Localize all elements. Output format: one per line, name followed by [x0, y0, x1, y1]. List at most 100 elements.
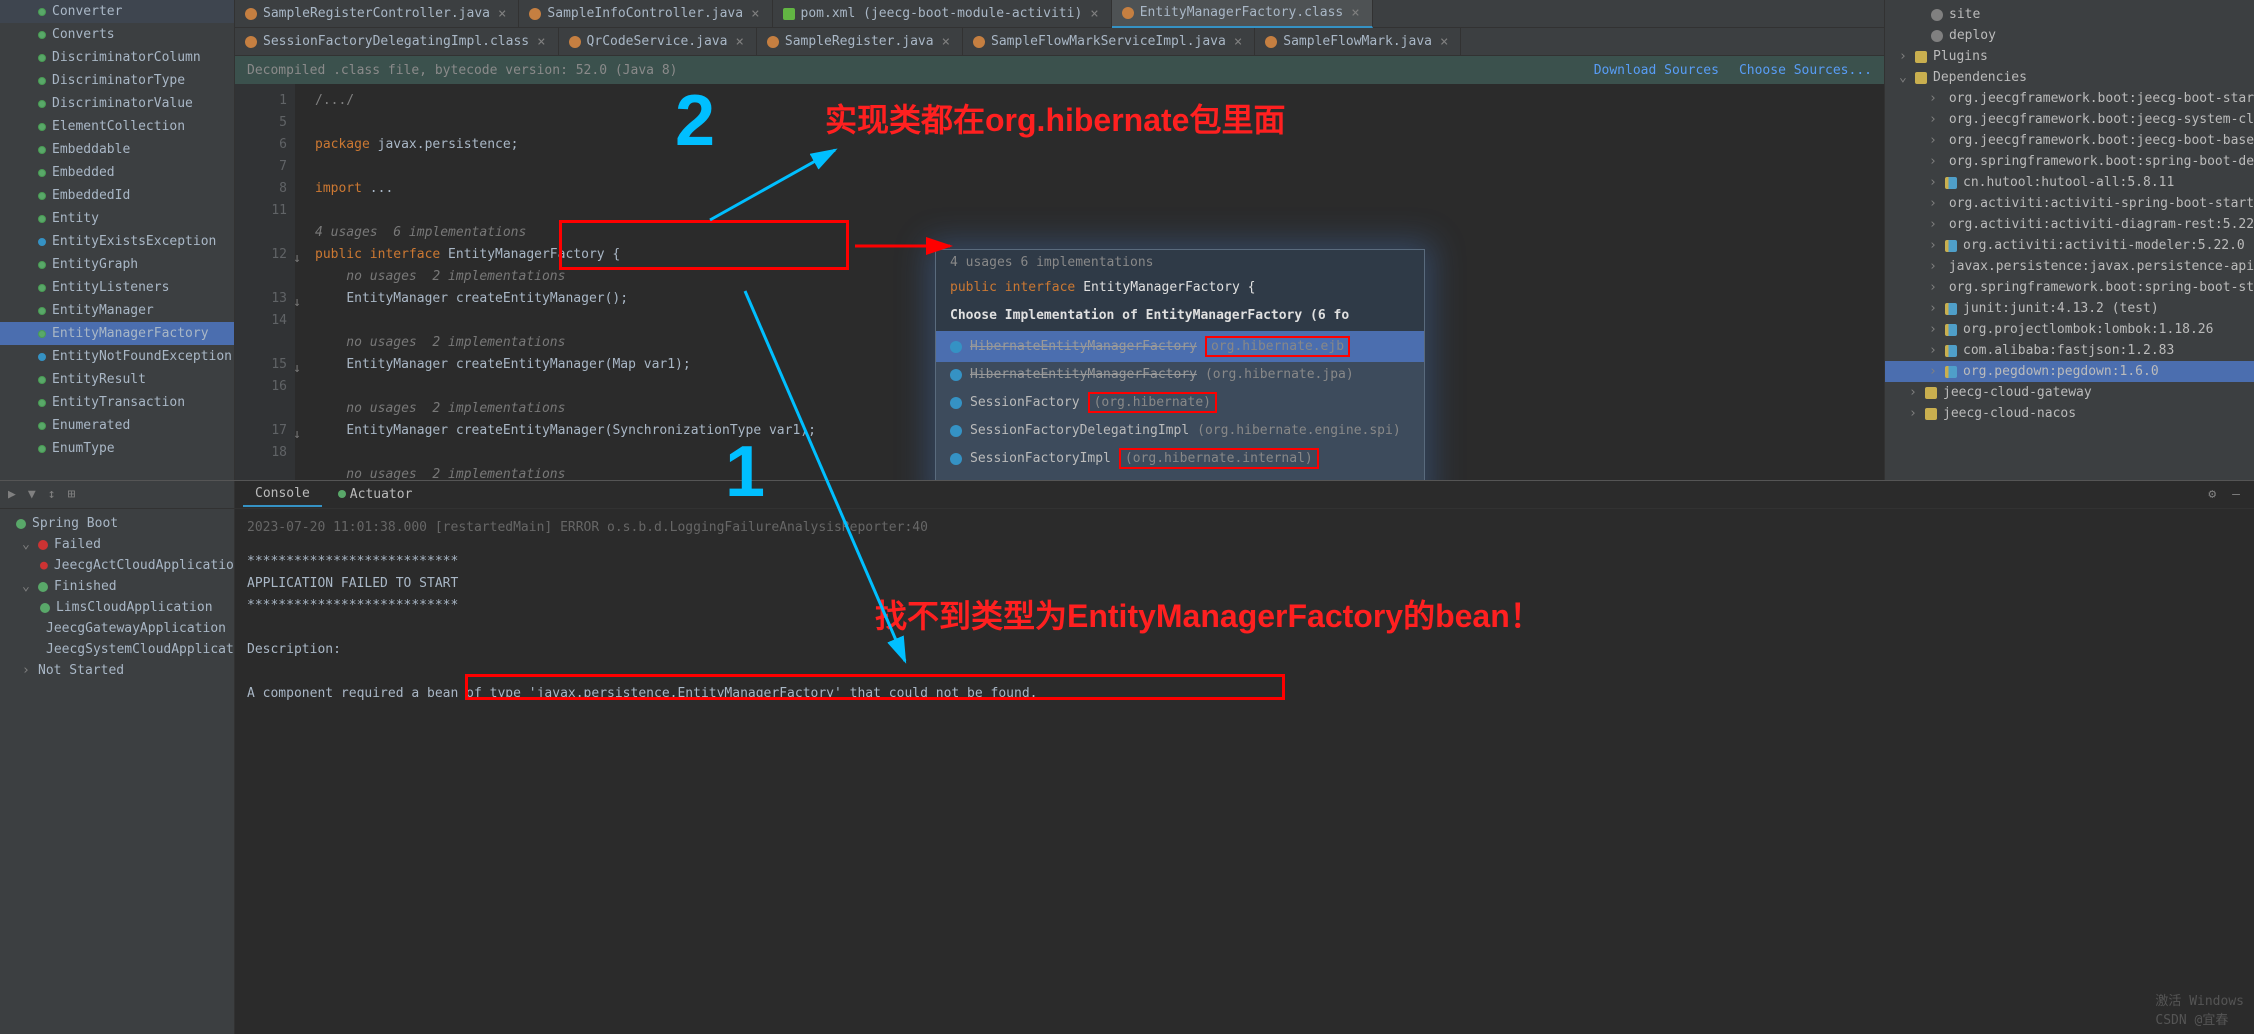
- code-line[interactable]: [315, 200, 1884, 222]
- tree-item-embedded[interactable]: Embedded: [0, 161, 234, 184]
- run-dashboard[interactable]: ▶ ▼ ↕ ⊞ Spring Boot ⌄Failed ●JeecgActClo…: [0, 481, 235, 1034]
- tree-item-converts[interactable]: Converts: [0, 23, 234, 46]
- maven-node[interactable]: ›Plugins: [1885, 46, 2254, 67]
- tree-item-enumtype[interactable]: EnumType: [0, 437, 234, 460]
- code-editor[interactable]: 156781112↓13↓1415↓1617↓18 /.../package j…: [235, 84, 1884, 480]
- tab-pom[interactable]: pom.xml (jeecg-boot-module-activiti)×: [773, 0, 1112, 28]
- code-line[interactable]: [315, 156, 1884, 178]
- close-icon[interactable]: ×: [1349, 5, 1361, 21]
- tree-item-embeddedid[interactable]: EmbeddedId: [0, 184, 234, 207]
- failed-app[interactable]: ●JeecgActCloudApplication[devtools]: [0, 555, 234, 576]
- filter-icon[interactable]: ▼: [28, 487, 36, 502]
- maven-node[interactable]: deploy: [1885, 25, 2254, 46]
- grid-icon[interactable]: ⊞: [67, 487, 75, 502]
- dependency-item[interactable]: ›org.jeecgframework.boot:jeecg-boot-base…: [1885, 130, 2254, 151]
- maven-node[interactable]: site: [1885, 4, 2254, 25]
- code-line[interactable]: import ...: [315, 178, 1884, 200]
- tree-item-entityexistsexception[interactable]: EntityExistsException: [0, 230, 234, 253]
- class-icon: [38, 77, 46, 85]
- class-icon: [38, 376, 46, 384]
- file-icon: [973, 36, 985, 48]
- close-icon[interactable]: ×: [733, 34, 745, 50]
- tree-item-entity[interactable]: Entity: [0, 207, 234, 230]
- class-icon: [38, 100, 46, 108]
- impl-option[interactable]: HibernateEntityManagerFactory org.hibern…: [936, 331, 1424, 362]
- not-started-group[interactable]: ›Not Started: [0, 660, 234, 681]
- tree-item-entitymanager[interactable]: EntityManager: [0, 299, 234, 322]
- dependency-item[interactable]: ›junit:junit:4.13.2 (test): [1885, 298, 2254, 319]
- maven-module[interactable]: ›jeecg-cloud-nacos: [1885, 403, 2254, 424]
- dependency-item[interactable]: ›com.alibaba:fastjson:1.2.83: [1885, 340, 2254, 361]
- close-icon[interactable]: ×: [496, 6, 508, 22]
- tab-qrcodeservice[interactable]: QrCodeService.java×: [559, 28, 757, 56]
- dependency-item[interactable]: ›javax.persistence:javax.persistence-api…: [1885, 256, 2254, 277]
- tree-item-embeddable[interactable]: Embeddable: [0, 138, 234, 161]
- maven-module[interactable]: ›jeecg-cloud-gateway: [1885, 382, 2254, 403]
- tree-item-entityresult[interactable]: EntityResult: [0, 368, 234, 391]
- impl-option[interactable]: HibernateEntityManagerFactory (org.hiber…: [936, 362, 1424, 387]
- tab-sampleinfocontroller[interactable]: SampleInfoController.java×: [519, 0, 772, 28]
- run-icon[interactable]: ▶: [8, 487, 16, 502]
- close-icon[interactable]: ×: [749, 6, 761, 22]
- close-icon[interactable]: ×: [1088, 6, 1100, 22]
- spring-boot-group[interactable]: Spring Boot: [0, 513, 234, 534]
- console-output[interactable]: 2023-07-20 11:01:38.000 [restartedMain] …: [235, 509, 2254, 1034]
- actuator-tab[interactable]: Actuator: [326, 483, 425, 506]
- dependency-item[interactable]: ›org.jeecgframework.boot:jeecg-system-cl…: [1885, 109, 2254, 130]
- settings-icon[interactable]: ⚙: [2202, 487, 2222, 502]
- tree-item-converter[interactable]: Converter: [0, 0, 234, 23]
- tree-item-entitymanagerfactory[interactable]: EntityManagerFactory: [0, 322, 234, 345]
- failed-group[interactable]: ⌄Failed: [0, 534, 234, 555]
- class-icon: [38, 31, 46, 39]
- tab-sessionfactorydelegatingimpl[interactable]: SessionFactoryDelegatingImpl.class×: [235, 28, 559, 56]
- tab-sampleregister[interactable]: SampleRegister.java×: [757, 28, 963, 56]
- tab-sampleflowmarkserviceimpl[interactable]: SampleFlowMarkServiceImpl.java×: [963, 28, 1255, 56]
- class-icon: [38, 261, 46, 269]
- impl-option[interactable]: SessionFactoryImpl (org.hibernate.intern…: [936, 443, 1424, 474]
- dependency-item[interactable]: ›cn.hutool:hutool-all:5.8.11: [1885, 172, 2254, 193]
- close-icon[interactable]: ×: [940, 34, 952, 50]
- dependency-item[interactable]: ›org.springframework.boot:spring-boot-st…: [1885, 277, 2254, 298]
- dependency-item[interactable]: ›org.pegdown:pegdown:1.6.0: [1885, 361, 2254, 382]
- popup-signature: public interface EntityManagerFactory {: [936, 275, 1424, 300]
- run-config[interactable]: JeecgGatewayApplication: [0, 618, 234, 639]
- tab-entitymanagerfactory[interactable]: EntityManagerFactory.class×: [1112, 0, 1373, 28]
- sort-icon[interactable]: ↕: [48, 487, 56, 502]
- tree-item-discriminatorcolumn[interactable]: DiscriminatorColumn: [0, 46, 234, 69]
- tree-item-entitylisteners[interactable]: EntityListeners: [0, 276, 234, 299]
- tree-item-entitygraph[interactable]: EntityGraph: [0, 253, 234, 276]
- run-config[interactable]: JeecgSystemCloudApplication: [0, 639, 234, 660]
- dependency-item[interactable]: ›org.projectlombok:lombok:1.18.26: [1885, 319, 2254, 340]
- tree-item-entitynotfoundexception[interactable]: EntityNotFoundException: [0, 345, 234, 368]
- impl-option[interactable]: SessionFactoryImplementor (org.hibernate…: [936, 474, 1424, 480]
- dependency-item[interactable]: ›org.jeecgframework.boot:jeecg-boot-star…: [1885, 88, 2254, 109]
- editor-area: SampleRegisterController.java×SampleInfo…: [235, 0, 1884, 480]
- project-tree[interactable]: ConverterConvertsDiscriminatorColumnDisc…: [0, 0, 235, 480]
- code-line[interactable]: 4 usages 6 implementations: [315, 222, 1884, 244]
- close-icon[interactable]: ×: [535, 34, 547, 50]
- annotation-number-1: 1: [725, 431, 765, 513]
- impl-option[interactable]: SessionFactory (org.hibernate): [936, 387, 1424, 418]
- tree-item-entitytransaction[interactable]: EntityTransaction: [0, 391, 234, 414]
- dependency-item[interactable]: ›org.activiti:activiti-diagram-rest:5.22…: [1885, 214, 2254, 235]
- console-tab[interactable]: Console: [243, 482, 322, 507]
- download-sources-link[interactable]: Download Sources: [1594, 63, 1719, 78]
- dependency-item[interactable]: ›org.activiti:activiti-spring-boot-start…: [1885, 193, 2254, 214]
- tree-item-elementcollection[interactable]: ElementCollection: [0, 115, 234, 138]
- close-icon[interactable]: ×: [1232, 34, 1244, 50]
- tab-sampleflowmark[interactable]: SampleFlowMark.java×: [1255, 28, 1461, 56]
- tree-item-enumerated[interactable]: Enumerated: [0, 414, 234, 437]
- tree-item-discriminatortype[interactable]: DiscriminatorType: [0, 69, 234, 92]
- dependency-item[interactable]: ›org.springframework.boot:spring-boot-de…: [1885, 151, 2254, 172]
- choose-sources-link[interactable]: Choose Sources...: [1739, 63, 1872, 78]
- dependency-item[interactable]: ›org.activiti:activiti-modeler:5.22.0: [1885, 235, 2254, 256]
- tab-sampleregistercontroller[interactable]: SampleRegisterController.java×: [235, 0, 519, 28]
- maven-node[interactable]: ⌄Dependencies: [1885, 67, 2254, 88]
- tree-item-discriminatorvalue[interactable]: DiscriminatorValue: [0, 92, 234, 115]
- maven-panel[interactable]: sitedeploy›Plugins⌄Dependencies ›org.jee…: [1884, 0, 2254, 480]
- close-icon[interactable]: ×: [1438, 34, 1450, 50]
- impl-option[interactable]: SessionFactoryDelegatingImpl (org.hibern…: [936, 418, 1424, 443]
- finished-group[interactable]: ⌄Finished: [0, 576, 234, 597]
- run-config[interactable]: LimsCloudApplication: [0, 597, 234, 618]
- minimize-icon[interactable]: —: [2226, 487, 2246, 502]
